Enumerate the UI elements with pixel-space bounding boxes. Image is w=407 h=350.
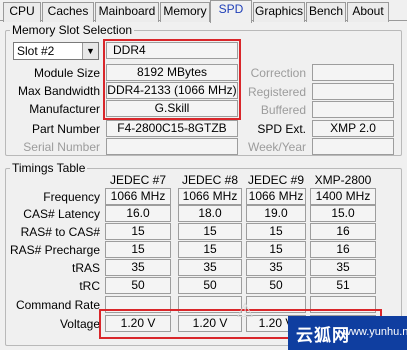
timings-cell: 15 <box>246 241 306 258</box>
max-bandwidth-label: Max Bandwidth <box>17 84 100 98</box>
timings-row-label: tRC <box>79 279 100 293</box>
timings-cell: 15 <box>105 241 171 258</box>
timings-cell: 16.0 <box>105 205 171 222</box>
slot-select[interactable]: Slot #2 ▼ <box>13 42 99 60</box>
timings-row-label: Command Rate <box>15 298 100 312</box>
tab-spd[interactable]: SPD <box>210 0 252 23</box>
timings-cell: 35 <box>246 259 306 276</box>
tab-graphics[interactable]: Graphics <box>253 2 305 22</box>
tab-bench[interactable]: Bench <box>306 2 346 22</box>
timings-cell: 50 <box>178 277 242 294</box>
timings-cell: 50 <box>105 277 171 294</box>
correction-label: Correction <box>250 66 306 80</box>
timings-cell: 15 <box>178 223 242 240</box>
serial-number-label: Serial Number <box>23 140 100 154</box>
timings-row-label: Voltage <box>59 317 100 331</box>
spd-ext-field: XMP 2.0 <box>312 120 394 137</box>
tab-memory[interactable]: Memory <box>160 2 210 22</box>
watermark-url: www.yunhu.net <box>343 326 407 338</box>
timings-group-title: Timings Table <box>10 161 88 175</box>
timings-column-header: JEDEC #9 <box>247 173 305 187</box>
tab-about[interactable]: About <box>347 2 389 22</box>
manufacturer-label: Manufacturer <box>29 102 100 116</box>
module-size-label: Module Size <box>33 66 100 80</box>
tab-cpu[interactable]: CPU <box>3 2 41 22</box>
timings-column-header: JEDEC #7 <box>109 173 167 187</box>
timings-column-header: XMP-2800 <box>314 173 372 187</box>
timings-row-label: CAS# Latency <box>23 207 100 221</box>
week-year-label: Week/Year <box>247 140 306 154</box>
registered-label: Registered <box>247 85 306 99</box>
part-number-field: F4-2800C15-8GTZB <box>106 120 238 137</box>
timings-cell: 19.0 <box>246 205 306 222</box>
timings-row-label: Frequency <box>43 190 100 204</box>
timings-column-header: JEDEC #8 <box>181 173 239 187</box>
watermark-logo: 云狐网 <box>296 326 350 345</box>
tab-bar: CPU Caches Mainboard Memory SPD Graphics… <box>0 0 407 23</box>
serial-number-field <box>106 138 238 155</box>
spd-ext-label: SPD Ext. <box>257 122 306 136</box>
tab-caches[interactable]: Caches <box>42 2 94 22</box>
timings-cell: 1066 MHz <box>178 188 242 205</box>
timings-cell: 15 <box>105 223 171 240</box>
tab-mainboard[interactable]: Mainboard <box>95 2 159 22</box>
timings-cell: 15 <box>246 223 306 240</box>
timings-cell: 16 <box>310 241 376 258</box>
timings-cell: 15.0 <box>310 205 376 222</box>
timings-cell: 35 <box>310 259 376 276</box>
timings-row-label: RAS# Precharge <box>9 243 100 257</box>
timings-cell: 16 <box>310 223 376 240</box>
timings-row-label: tRAS <box>71 261 100 275</box>
highlight-slot-info <box>103 39 241 120</box>
chevron-down-icon[interactable]: ▼ <box>82 43 98 59</box>
timings-cell: 15 <box>178 241 242 258</box>
timings-cell: 50 <box>246 277 306 294</box>
slot-select-value: Slot #2 <box>17 44 55 58</box>
timings-cell: 18.0 <box>178 205 242 222</box>
correction-field <box>312 64 394 81</box>
watermark-banner: 云狐网 www.yunhu.net <box>288 316 407 350</box>
timings-cell: 1066 MHz <box>246 188 306 205</box>
buffered-label: Buffered <box>260 103 306 117</box>
timings-cell: 35 <box>178 259 242 276</box>
part-number-label: Part Number <box>31 122 100 136</box>
timings-row-label: RAS# to CAS# <box>20 225 100 239</box>
timings-cell: 35 <box>105 259 171 276</box>
week-year-field <box>312 138 394 155</box>
timings-cell: 1400 MHz <box>310 188 376 205</box>
timings-cell: 1066 MHz <box>105 188 171 205</box>
memory-slot-group-title: Memory Slot Selection <box>10 23 135 37</box>
buffered-field <box>312 101 394 118</box>
registered-field <box>312 83 394 100</box>
timings-cell: 51 <box>310 277 376 294</box>
